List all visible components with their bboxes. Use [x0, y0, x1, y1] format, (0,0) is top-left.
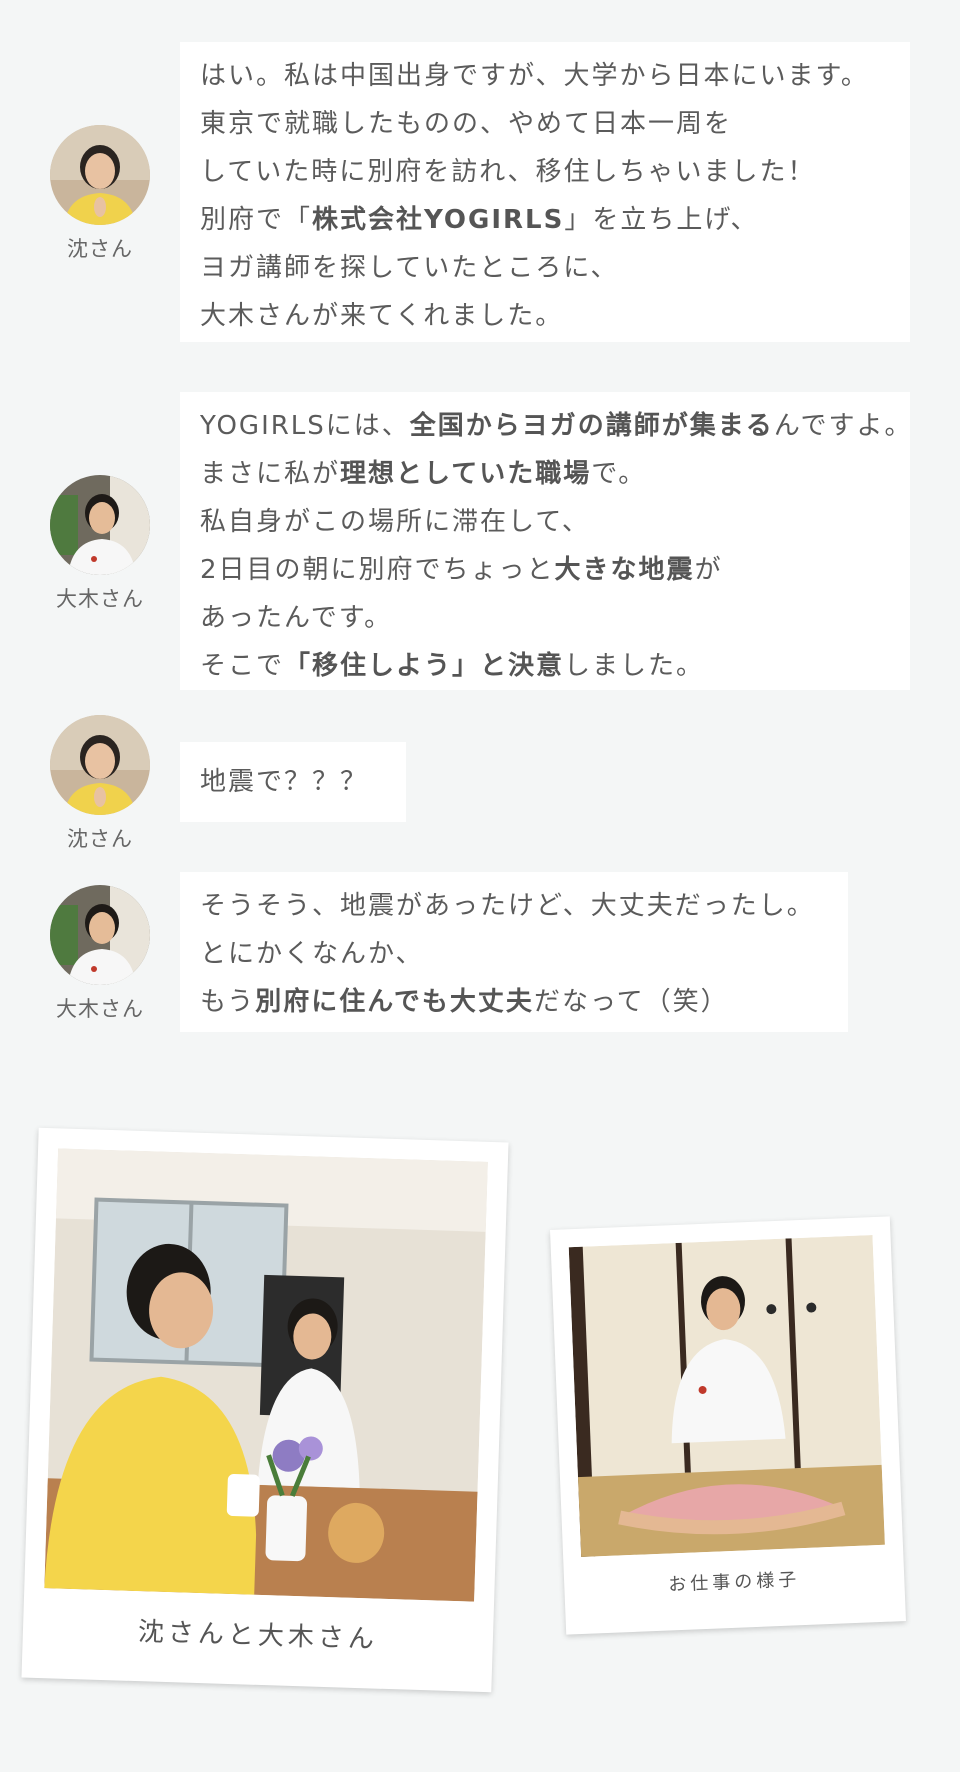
- speaker-name: 大木さん: [56, 997, 144, 1021]
- message-text: していた時に別府を訪れ、移住しちゃいました！: [200, 157, 816, 187]
- avatar: [50, 475, 150, 575]
- message-text: そこで: [200, 651, 285, 681]
- message-bubble: 地震で？？？: [180, 742, 406, 822]
- message-line: はい。私は中国出身ですが、大学から日本にいます。: [200, 52, 890, 100]
- photo-card-kitchen: 沈さんと大木さん: [21, 1127, 509, 1693]
- emphasis-text: 株式会社YOGIRLS: [312, 205, 565, 235]
- emphasis-text: 全国からヨガの講師が集まる: [409, 411, 774, 441]
- message-line: 別府で「株式会社YOGIRLS」を立ち上げ、: [200, 196, 890, 244]
- speaker-name: 沈さん: [67, 827, 133, 851]
- message-line: YOGIRLSには、全国からヨガの講師が集まるんですよ。: [200, 402, 911, 450]
- message-line: 地震で？？？: [200, 758, 386, 806]
- message-text: とにかくなんか、: [200, 939, 424, 969]
- message-text: YOGIRLSには、: [200, 411, 410, 441]
- message-line: とにかくなんか、: [200, 930, 828, 978]
- message-text: はい。私は中国出身ですが、大学から日本にいます。: [200, 61, 869, 91]
- message-text: 東京で就職したものの、やめて日本一周を: [200, 109, 733, 139]
- photo-card-yoga: お仕事の様子: [550, 1216, 906, 1635]
- message-line: あったんです。: [200, 594, 890, 642]
- yoga-photo: [568, 1235, 885, 1557]
- message-line: ヨガ講師を探していたところに、: [200, 244, 890, 292]
- speaker-name: 大木さん: [56, 587, 144, 611]
- speaker-block: 大木さん: [50, 885, 150, 1023]
- message-text: 地震で？？？: [200, 767, 369, 797]
- photo-caption: お仕事の様子: [667, 1569, 801, 1596]
- message-text: まさに私が: [200, 459, 341, 489]
- message-line: 2日目の朝に別府でちょっと大きな地震が: [200, 546, 890, 594]
- message-bubble: YOGIRLSには、全国からヨガの講師が集まるんですよ。 まさに私が理想としていた…: [180, 392, 911, 690]
- emphasis-text: 別府に住んでも大丈夫: [255, 987, 534, 1017]
- message-text: で。: [591, 459, 647, 489]
- avatar: [50, 125, 150, 225]
- message-bubble: はい。私は中国出身ですが、大学から日本にいます。 東京で就職したものの、やめて日本…: [180, 42, 910, 342]
- message-text: だなって（笑）: [533, 987, 729, 1017]
- message-text: んですよ。: [773, 411, 913, 441]
- message-text: 別府で「: [200, 205, 313, 235]
- avatar: [50, 715, 150, 815]
- message-line: 東京で就職したものの、やめて日本一周を: [200, 100, 890, 148]
- message-line: していた時に別府を訪れ、移住しちゃいました！: [200, 148, 890, 196]
- message-text: 2日目の朝に別府でちょっと: [200, 555, 555, 585]
- message-line: そうそう、地震があったけど、大丈夫だったし。: [200, 882, 828, 930]
- message-text: あったんです。: [200, 603, 393, 633]
- message-text: が: [694, 555, 723, 585]
- message-line: もう別府に住んでも大丈夫だなって（笑）: [200, 978, 828, 1026]
- photo-caption: 沈さんと大木さん: [137, 1617, 379, 1655]
- message-text: もう: [200, 987, 256, 1017]
- message-line: そこで「移住しよう」と決意しました。: [200, 642, 890, 690]
- message-text: そうそう、地震があったけど、大丈夫だったし。: [200, 891, 815, 921]
- message-text: ヨガ講師を探していたところに、: [200, 253, 619, 283]
- avatar: [50, 885, 150, 985]
- speaker-block: 沈さん: [50, 715, 150, 853]
- kitchen-photo: [44, 1148, 488, 1602]
- message-text: 大木さんが来てくれました。: [200, 301, 564, 331]
- message-line: まさに私が理想としていた職場で。: [200, 450, 890, 498]
- speaker-block: 大木さん: [50, 475, 150, 613]
- message-bubble: そうそう、地震があったけど、大丈夫だったし。 とにかくなんか、 もう別府に住んでも大…: [180, 872, 848, 1032]
- message-line: 私自身がこの場所に滞在して、: [200, 498, 890, 546]
- message-text: 私自身がこの場所に滞在して、: [200, 507, 590, 537]
- speaker-block: 沈さん: [50, 125, 150, 263]
- emphasis-text: 理想としていた職場: [340, 459, 592, 489]
- speaker-name: 沈さん: [67, 237, 133, 261]
- message-line: 大木さんが来てくれました。: [200, 292, 890, 340]
- message-text: 」を立ち上げ、: [564, 205, 759, 235]
- message-text: しました。: [564, 651, 705, 681]
- emphasis-text: 大きな地震: [554, 555, 695, 585]
- emphasis-text: 「移住しよう」と決意: [284, 651, 565, 681]
